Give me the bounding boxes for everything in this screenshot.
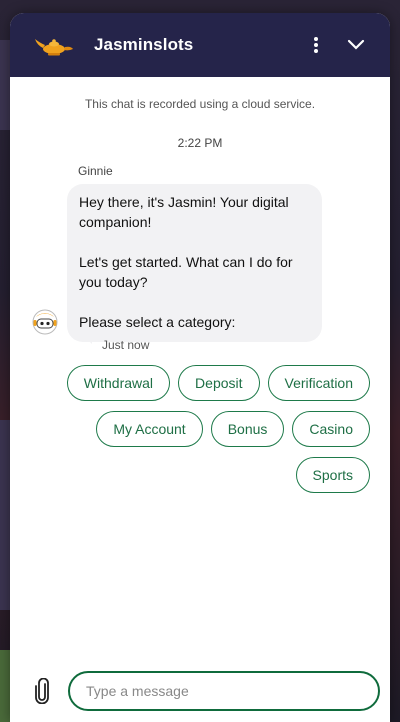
chat-header: Jasminslots — [10, 13, 390, 77]
recording-notice: This chat is recorded using a cloud serv… — [84, 97, 316, 111]
category-sports-button[interactable]: Sports — [295, 457, 370, 493]
category-my-account-button[interactable]: My Account — [96, 411, 203, 447]
chat-title: Jasminslots — [94, 35, 194, 54]
chevron-down-icon — [347, 39, 365, 50]
category-bonus-button[interactable]: Bonus — [210, 411, 285, 447]
message-input[interactable] — [68, 671, 380, 711]
category-deposit-button[interactable]: Deposit — [178, 365, 260, 401]
attach-button[interactable] — [30, 676, 54, 706]
bot-message: Hey there, it's Jasmin! Your digital com… — [10, 182, 390, 342]
message-status-text: Just now — [102, 338, 150, 352]
more-vertical-icon — [314, 37, 318, 53]
message-text: Let's get started. What can I do for you… — [79, 254, 293, 290]
sender-name: Ginnie — [78, 164, 113, 178]
message-bubble: Hey there, it's Jasmin! Your digital com… — [67, 184, 322, 342]
category-verification-button[interactable]: Verification — [267, 365, 370, 401]
chat-widget: Jasminslots This chat is recorded using … — [10, 13, 390, 722]
genie-lamp-logo-icon — [34, 30, 80, 60]
message-text: Hey there, it's Jasmin! Your digital com… — [79, 194, 289, 230]
message-text: Please select a category: — [79, 314, 236, 330]
category-withdrawal-button[interactable]: Withdrawal — [66, 365, 171, 401]
message-timestamp: 2:22 PM — [177, 136, 223, 150]
bubble-tail — [82, 334, 92, 344]
more-options-button[interactable] — [302, 31, 330, 59]
message-composer — [10, 660, 390, 722]
category-options: Withdrawal Deposit Verification My Accou… — [40, 365, 370, 493]
message-status: Just now — [82, 334, 390, 352]
category-casino-button[interactable]: Casino — [292, 411, 370, 447]
minimize-button[interactable] — [342, 31, 370, 59]
paperclip-icon — [35, 678, 49, 704]
bot-avatar-icon — [31, 308, 59, 336]
